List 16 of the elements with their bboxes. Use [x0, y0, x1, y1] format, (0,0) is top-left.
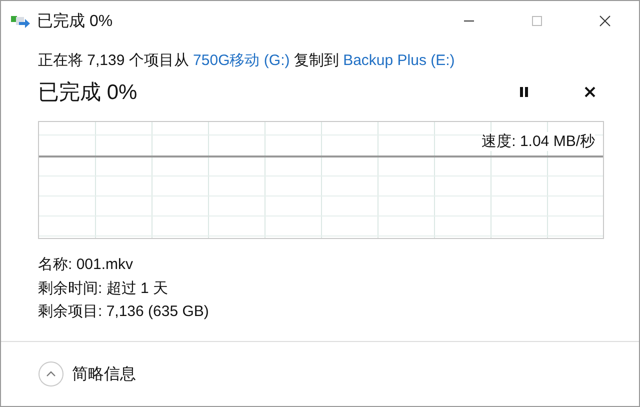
- copy-summary: 正在将 7,139 个项目从 750G移动 (G:) 复制到 Backup Plus (E:): [38, 51, 456, 71]
- window-title: 已完成 0%: [37, 12, 113, 32]
- chevron-icon: [38, 361, 64, 387]
- speed-label: 速度: 1.04 MB/秒: [482, 132, 595, 151]
- close-icon: [599, 15, 611, 27]
- details-toggle[interactable]: 简略信息: [38, 361, 136, 387]
- copy-icon: [11, 13, 31, 29]
- drive-link[interactable]: Backup Plus (E:): [343, 52, 455, 69]
- pause-icon: [518, 86, 530, 98]
- detail-text: 名称: 001.mkv: [38, 255, 134, 275]
- drive-link[interactable]: 750G移动 (G:): [193, 52, 290, 69]
- close-icon: [584, 86, 596, 98]
- progress-heading: 已完成 0%: [38, 80, 138, 106]
- maximize-icon: [531, 15, 543, 27]
- detail-text: 剩余项目: 7,136 (635 GB): [38, 302, 210, 322]
- detail-text: 剩余时间: 超过 1 天: [38, 278, 170, 298]
